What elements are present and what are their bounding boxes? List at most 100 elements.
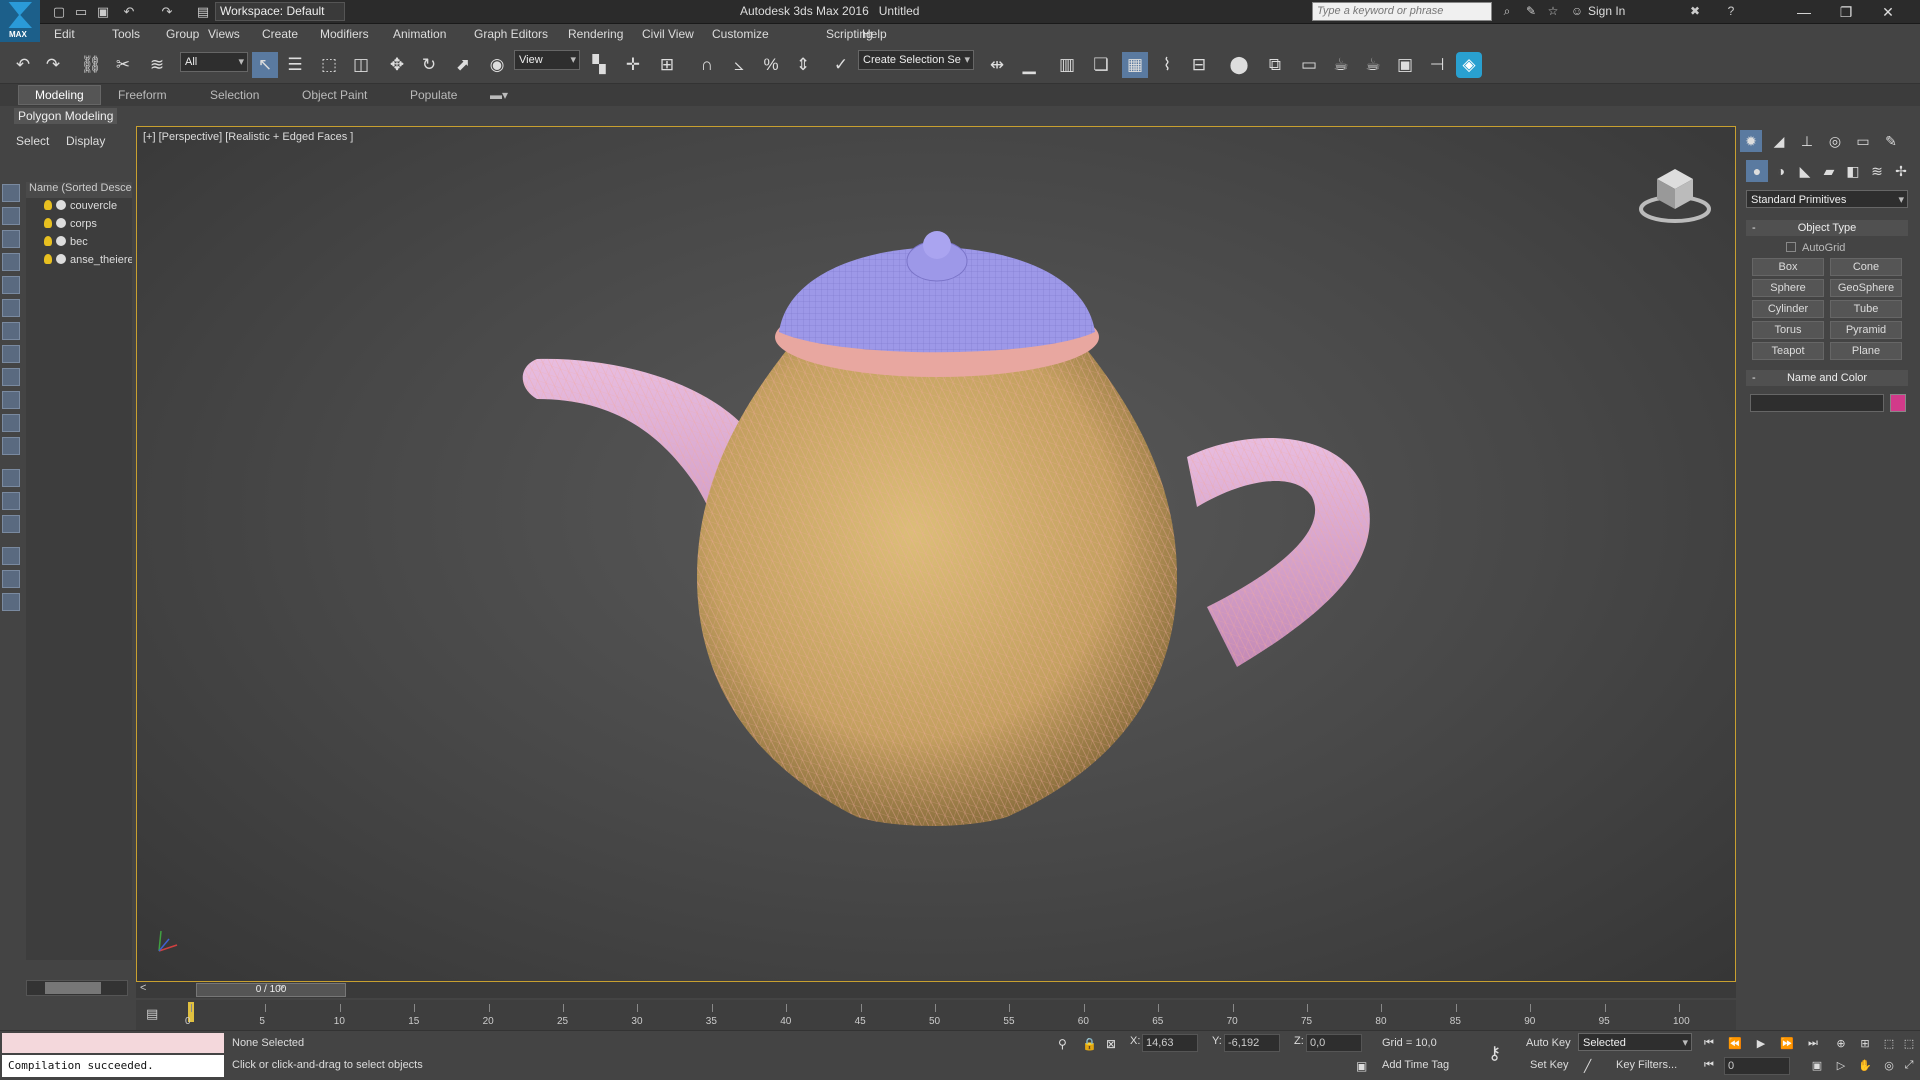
display-containers-icon[interactable] — [2, 391, 20, 409]
communication-icon[interactable]: ✎ — [1522, 4, 1540, 20]
close-button[interactable]: ✕ — [1868, 2, 1908, 22]
add-time-tag-button[interactable]: Add Time Tag — [1382, 1059, 1449, 1071]
filter-icon[interactable] — [2, 547, 20, 565]
tab-object-paint[interactable]: Object Paint — [302, 88, 367, 102]
scale-icon[interactable]: ⬈ — [450, 52, 476, 78]
display-bones-icon[interactable] — [2, 368, 20, 386]
z-coordinate-field[interactable]: 0,0 — [1306, 1034, 1362, 1052]
link-icon[interactable]: ⛓ — [78, 52, 104, 78]
previous-frame-icon[interactable]: ⏪ — [1726, 1037, 1744, 1051]
name-column-header[interactable]: Name (Sorted Descending) — [26, 182, 132, 198]
go-to-end-icon[interactable]: ⏭ — [1804, 1037, 1822, 1051]
sphere-button[interactable]: Sphere — [1752, 279, 1824, 297]
display-none-icon[interactable] — [2, 492, 20, 510]
layer-explorer-icon[interactable]: ▥ — [1054, 52, 1080, 78]
menu-tools[interactable]: Tools — [112, 27, 140, 41]
help-icon[interactable]: ? — [1722, 4, 1740, 20]
exchange-icon[interactable]: ✖ — [1686, 4, 1704, 20]
previous-frame-arrow-icon[interactable]: < — [140, 982, 146, 994]
list-item[interactable]: corps — [44, 218, 132, 234]
material-editor-icon[interactable]: ⬤ — [1226, 52, 1252, 78]
rectangular-selection-icon[interactable]: ⬚ — [316, 52, 342, 78]
current-frame-field[interactable]: 0 — [1724, 1057, 1790, 1075]
tab-freeform[interactable]: Freeform — [118, 88, 167, 102]
zoom-extents-icon[interactable]: ⬚ — [1880, 1037, 1898, 1051]
zoom-all-icon[interactable]: ⊞ — [1856, 1037, 1874, 1051]
undo-quick-icon[interactable]: ↶ — [120, 3, 138, 21]
rotate-icon[interactable]: ↻ — [416, 52, 442, 78]
motion-tab-icon[interactable]: ◎ — [1824, 130, 1846, 152]
snaps-toggle-icon[interactable]: ∩ — [694, 52, 720, 78]
systems-icon[interactable]: ✢ — [1890, 160, 1912, 182]
key-filters-button[interactable]: Key Filters... — [1616, 1059, 1677, 1071]
orbit-icon[interactable]: ◎ — [1880, 1059, 1898, 1073]
search-input[interactable]: Type a keyword or phrase — [1312, 2, 1492, 21]
go-to-start-icon[interactable]: ⏮ — [1700, 1037, 1718, 1051]
field-of-view-icon[interactable]: ▷ — [1832, 1059, 1850, 1073]
display-groups-icon[interactable] — [2, 322, 20, 340]
track-bar[interactable]: ▤ 0 5 10 15 20 25 30 35 40 45 50 55 60 65 70 75 80 85 90 95… — [136, 1000, 1736, 1030]
geosphere-button[interactable]: GeoSphere — [1830, 279, 1902, 297]
key-curve-icon[interactable]: ╱ — [1584, 1059, 1591, 1073]
new-file-icon[interactable]: ▢ — [50, 3, 68, 21]
select-by-name-icon[interactable]: ☰ — [282, 52, 308, 78]
set-keys-key-icon[interactable]: ⚷ — [1488, 1043, 1501, 1064]
display-frozen-icon[interactable] — [2, 414, 20, 432]
scene-explorer-select-menu[interactable]: Select — [16, 134, 49, 148]
render-in-cloud-icon[interactable]: ▣ — [1392, 52, 1418, 78]
pan-view-icon[interactable]: ✋ — [1856, 1059, 1874, 1073]
edit-named-selection-icon[interactable]: ✓ — [828, 52, 854, 78]
x-coordinate-field[interactable]: 14,63 — [1142, 1034, 1198, 1052]
align-icon[interactable]: ▁ — [1016, 52, 1042, 78]
lights-icon[interactable]: ◣ — [1794, 160, 1816, 182]
play-icon[interactable]: ▶ — [1752, 1037, 1770, 1051]
favorites-star-icon[interactable]: ☆ — [1544, 4, 1562, 20]
next-frame-arrow-icon[interactable]: > — [278, 982, 284, 994]
scene-explorer-toggle-icon[interactable]: ▦ — [1122, 52, 1148, 78]
restore-button[interactable]: ❐ — [1826, 2, 1866, 22]
tab-modeling[interactable]: Modeling — [18, 85, 101, 105]
undo-icon[interactable]: ↶ — [10, 52, 36, 78]
plane-button[interactable]: Plane — [1830, 342, 1902, 360]
display-tab-icon[interactable]: ▭ — [1852, 130, 1874, 152]
perspective-viewport[interactable]: [+] [Perspective] [Realistic + Edged Fac… — [136, 126, 1736, 982]
select-object-icon[interactable]: ↖ — [252, 52, 278, 78]
redo-quick-icon[interactable]: ↷ — [158, 3, 176, 21]
select-manipulate-icon[interactable]: ✛ — [620, 52, 646, 78]
unlink-icon[interactable]: ✂ — [110, 52, 136, 78]
display-lights-icon[interactable] — [2, 230, 20, 248]
time-slider[interactable]: 0 / 100 — [196, 983, 346, 997]
pivot-center-icon[interactable]: ▚ — [586, 52, 612, 78]
angle-snap-icon[interactable]: ⦣ — [726, 52, 752, 78]
curve-editor-icon[interactable]: ⌇ — [1154, 52, 1180, 78]
render-iterative-icon[interactable]: ☕ — [1360, 52, 1386, 78]
save-file-icon[interactable]: ▣ — [94, 3, 112, 21]
mirror-icon[interactable]: ⇹ — [984, 52, 1010, 78]
y-coordinate-field[interactable]: -6,192 — [1224, 1034, 1280, 1052]
hierarchy-tab-icon[interactable]: ⊥ — [1796, 130, 1818, 152]
torus-button[interactable]: Torus — [1752, 321, 1824, 339]
object-name-input[interactable] — [1750, 394, 1884, 412]
cone-button[interactable]: Cone — [1830, 258, 1902, 276]
minimize-button[interactable]: — — [1784, 2, 1824, 22]
next-frame-icon[interactable]: ⏩ — [1778, 1037, 1796, 1051]
tab-selection[interactable]: Selection — [210, 88, 259, 102]
move-icon[interactable]: ✥ — [384, 52, 410, 78]
viewcube[interactable] — [1635, 157, 1715, 227]
polygon-modeling-panel[interactable]: Polygon Modeling — [14, 108, 118, 124]
menu-graph-editors[interactable]: Graph Editors — [474, 27, 548, 41]
toggle-ribbon-icon[interactable]: ⊣ — [1424, 52, 1450, 78]
lock-selection-icon[interactable]: 🔒 — [1082, 1037, 1097, 1051]
find-icon[interactable] — [2, 570, 20, 588]
display-shapes-icon[interactable] — [2, 207, 20, 225]
time-slider-track[interactable]: < 0 / 100 > — [136, 982, 1736, 998]
menu-modifiers[interactable]: Modifiers — [320, 27, 369, 41]
invert-display-icon[interactable] — [2, 515, 20, 533]
name-and-color-rollout[interactable]: Name and Color — [1746, 370, 1908, 386]
workspace-dropdown[interactable]: Workspace: Default — [215, 2, 345, 21]
redo-icon[interactable]: ↷ — [40, 52, 66, 78]
reference-coordinate-dropdown[interactable]: View — [514, 50, 580, 70]
display-all-icon[interactable] — [2, 469, 20, 487]
binoculars-icon[interactable]: ⌕ — [1498, 4, 1516, 20]
menu-civil-view[interactable]: Civil View — [642, 27, 694, 41]
